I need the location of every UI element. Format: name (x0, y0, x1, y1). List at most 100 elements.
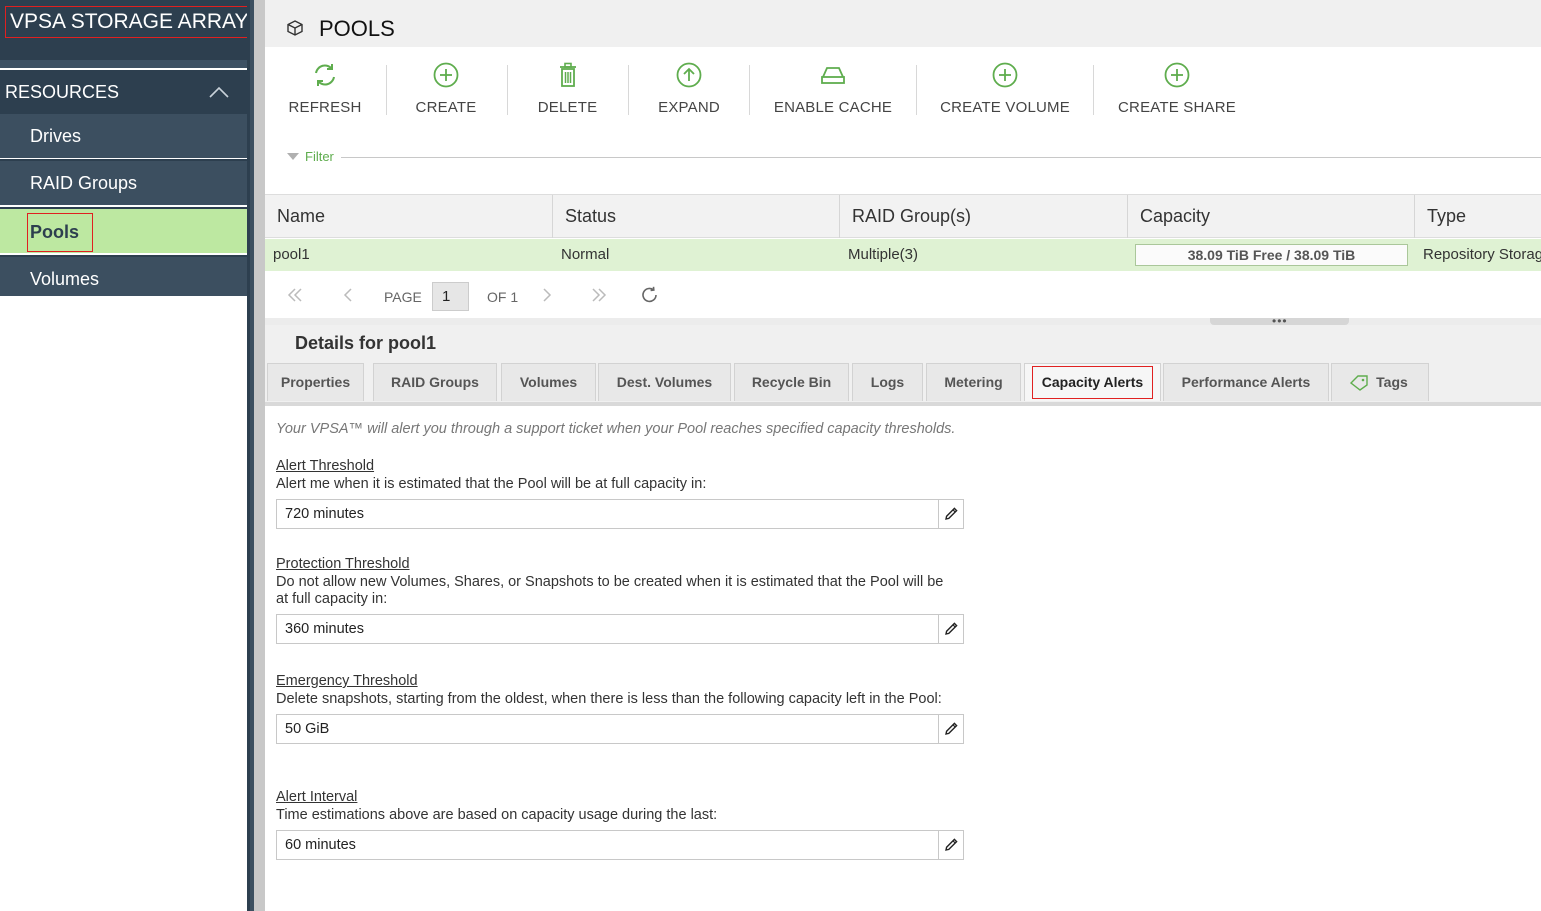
page-count-label: OF 1 (487, 289, 519, 305)
tab-tags-label: Tags (1376, 374, 1408, 390)
create-volume-label: CREATE VOLUME (940, 99, 1070, 116)
alert-interval-value: 60 minutes (285, 837, 356, 853)
page-title: POOLS (319, 16, 395, 41)
toolbar-separator (916, 65, 917, 115)
table-row[interactable]: pool1 Normal Multiple(3) 38.09 TiB Free … (265, 239, 1541, 271)
pager: PAGE 1 OF 1 (265, 272, 1541, 318)
emergency-threshold-value: 50 GiB (285, 721, 330, 737)
app-title[interactable]: VPSA STORAGE ARRAY (5, 6, 254, 38)
pencil-icon (945, 838, 958, 851)
sidebar-item-drives[interactable]: Drives (0, 112, 247, 158)
emergency-threshold-desc: Delete snapshots, starting from the olde… (276, 691, 942, 707)
create-button[interactable]: CREATE (413, 61, 479, 121)
grip-dots-icon: ••• (1272, 314, 1288, 328)
capacity-alerts-panel: Your VPSA™ will alert you through a supp… (265, 406, 1541, 911)
next-page-icon[interactable] (539, 287, 555, 303)
edit-emergency-threshold-button[interactable] (938, 715, 963, 743)
edit-alert-threshold-button[interactable] (938, 500, 963, 528)
tab-properties[interactable]: Properties (267, 363, 364, 401)
tag-icon (1350, 375, 1368, 391)
tab-tags[interactable]: Tags (1331, 363, 1429, 401)
page-number-input[interactable]: 1 (432, 282, 469, 311)
enable-cache-button[interactable]: ENABLE CACHE (773, 61, 893, 121)
protection-threshold-section: Protection Threshold Do not allow new Vo… (276, 556, 966, 644)
column-header-capacity[interactable]: Capacity (1128, 195, 1415, 238)
protection-threshold-desc: Do not allow new Volumes, Shares, or Sna… (276, 574, 944, 607)
toolbar-separator (749, 65, 750, 115)
column-header-raid-groups[interactable]: RAID Group(s) (840, 195, 1128, 238)
previous-page-icon[interactable] (340, 287, 356, 303)
table-header: Name Status RAID Group(s) Capacity Type (265, 194, 1541, 238)
alert-interval-field[interactable]: 60 minutes (276, 830, 964, 860)
alert-threshold-title: Alert Threshold (276, 458, 375, 474)
sidebar-strip (0, 60, 247, 68)
protection-threshold-title: Protection Threshold (276, 556, 410, 572)
pencil-icon (945, 722, 958, 735)
last-page-icon[interactable] (591, 287, 607, 303)
protection-threshold-value: 360 minutes (285, 621, 364, 637)
main-panel: POOLS REFRESH CREATE DELETE EXPAND ENABL… (265, 0, 1541, 911)
sidebar-item-label: Pools (27, 213, 94, 252)
protection-threshold-field[interactable]: 360 minutes (276, 614, 964, 644)
drive-icon (821, 67, 845, 84)
trash-icon (559, 62, 576, 87)
alert-interval-title: Alert Interval (276, 789, 358, 805)
toolbar-separator (1093, 65, 1094, 115)
page-header: POOLS (265, 0, 1541, 47)
toolbar-separator (386, 65, 387, 115)
emergency-threshold-field[interactable]: 50 GiB (276, 714, 964, 744)
tab-metering[interactable]: Metering (926, 363, 1021, 401)
refresh-icon (315, 64, 335, 86)
plus-circle-icon (1164, 62, 1190, 88)
tab-raid-groups[interactable]: RAID Groups (373, 363, 497, 401)
tab-logs[interactable]: Logs (852, 363, 923, 401)
sidebar-item-volumes[interactable]: Volumes (0, 255, 247, 296)
create-volume-button[interactable]: CREATE VOLUME (940, 61, 1070, 121)
filter-label: Filter (305, 149, 334, 164)
capacity-bar: 38.09 TiB Free / 38.09 TiB (1135, 244, 1408, 266)
tab-dest-volumes[interactable]: Dest. Volumes (598, 363, 731, 401)
tab-capacity-alerts-label: Capacity Alerts (1031, 366, 1154, 399)
alert-threshold-section: Alert Threshold Alert me when it is esti… (276, 458, 966, 529)
create-share-label: CREATE SHARE (1118, 99, 1236, 116)
toolbar-separator (628, 65, 629, 115)
reload-icon[interactable] (641, 286, 659, 304)
edit-protection-threshold-button[interactable] (938, 615, 963, 643)
create-share-button[interactable]: CREATE SHARE (1117, 61, 1237, 121)
alert-threshold-value: 720 minutes (285, 506, 364, 522)
first-page-icon[interactable] (287, 287, 303, 303)
expand-button[interactable]: EXPAND (655, 61, 723, 121)
sidebar-item-raid-groups[interactable]: RAID Groups (0, 159, 247, 205)
sidebar-item-label: Drives (30, 126, 82, 146)
delete-button[interactable]: DELETE (535, 61, 600, 121)
intro-text: Your VPSA™ will alert you through a supp… (276, 421, 956, 437)
tab-volumes[interactable]: Volumes (501, 363, 596, 401)
filter-toggle[interactable]: Filter (287, 148, 1541, 166)
sidebar-item-pools[interactable]: Pools (0, 207, 247, 253)
panel-splitter[interactable]: ••• (265, 314, 1541, 328)
expand-label: EXPAND (658, 99, 720, 116)
resources-label: RESOURCES (5, 82, 120, 102)
delete-label: DELETE (537, 99, 598, 116)
sidebar-resize-handle[interactable] (247, 0, 265, 911)
column-header-type[interactable]: Type (1415, 195, 1541, 238)
pencil-icon (945, 622, 958, 635)
resources-section-header[interactable]: RESOURCES (0, 70, 247, 112)
alert-interval-desc: Time estimations above are based on capa… (276, 807, 718, 823)
alert-threshold-field[interactable]: 720 minutes (276, 499, 964, 529)
column-header-name[interactable]: Name (265, 195, 553, 238)
tab-capacity-alerts[interactable]: Capacity Alerts (1024, 363, 1161, 401)
tab-recycle-bin[interactable]: Recycle Bin (734, 363, 849, 401)
edit-alert-interval-button[interactable] (938, 831, 963, 859)
chevron-up-icon[interactable] (209, 86, 229, 98)
sidebar-item-label: Volumes (30, 269, 100, 289)
cell-name: pool1 (273, 246, 310, 263)
tab-performance-alerts[interactable]: Performance Alerts (1163, 363, 1329, 401)
column-header-status[interactable]: Status (553, 195, 840, 238)
emergency-threshold-title: Emergency Threshold (276, 673, 418, 689)
app-title-bar: VPSA STORAGE ARRAY (0, 0, 254, 60)
plus-circle-icon (433, 62, 459, 88)
refresh-button[interactable]: REFRESH (287, 61, 363, 121)
page-label: PAGE (384, 289, 422, 305)
emergency-threshold-section: Emergency Threshold Delete snapshots, st… (276, 673, 966, 744)
